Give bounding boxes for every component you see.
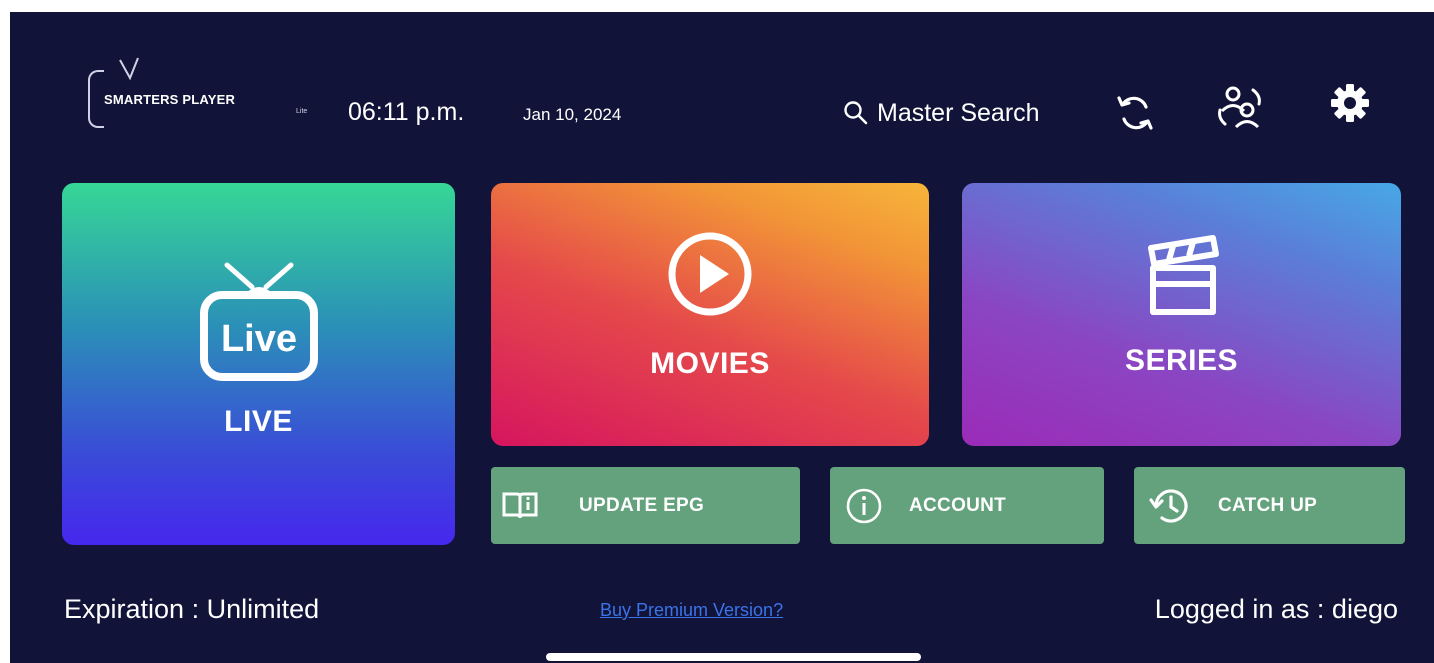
play-circle-icon [668, 232, 752, 315]
buy-premium-link[interactable]: Buy Premium Version? [600, 600, 783, 621]
catch-up-label: CATCH UP [1218, 494, 1318, 516]
live-tile[interactable]: Live LIVE [62, 183, 455, 545]
movies-label: MOVIES [650, 346, 770, 380]
master-search-label: Master Search [877, 98, 1040, 127]
search-icon [844, 101, 868, 125]
expiration-status: Expiration : Unlimited [64, 594, 320, 624]
history-clock-icon [1149, 488, 1188, 523]
movies-tile[interactable]: MOVIES [491, 183, 929, 446]
app-logo: SMARTERS PLAYER Lite [88, 57, 308, 132]
brand-name: SMARTERS PLAYER [104, 92, 236, 107]
series-label: SERIES [1124, 343, 1239, 377]
book-icon [502, 492, 538, 518]
settings-gear-icon[interactable] [1329, 82, 1371, 124]
catch-up-button[interactable]: CATCH UP [1134, 467, 1405, 544]
refresh-icon[interactable] [1114, 92, 1156, 134]
series-tile[interactable]: SERIES [962, 183, 1401, 446]
live-tv-icon: Live [199, 262, 318, 381]
live-icon-text: Live [220, 318, 296, 360]
master-search-button[interactable]: Master Search [843, 96, 1040, 130]
brand-sub: Lite [296, 108, 308, 115]
home-indicator[interactable] [546, 653, 921, 661]
update-epg-button[interactable]: UPDATE EPG [491, 467, 800, 544]
update-epg-label: UPDATE EPG [579, 494, 705, 516]
account-button[interactable]: ACCOUNT [830, 467, 1104, 544]
account-label: ACCOUNT [909, 494, 1007, 516]
logged-in-user: Logged in as : diego [1154, 594, 1398, 624]
logo-bracket [88, 70, 104, 128]
switch-user-icon[interactable] [1213, 80, 1267, 134]
app-screen: SMARTERS PLAYER Lite 06:11 p.m. Jan 10, … [10, 12, 1434, 663]
clapperboard-icon [1147, 234, 1219, 315]
live-label: LIVE [224, 405, 293, 438]
logo-antenna-icon [119, 57, 139, 81]
clock-time: 06:11 p.m. [348, 98, 465, 126]
clock-date: Jan 10, 2024 [523, 105, 622, 124]
info-icon [846, 488, 882, 523]
